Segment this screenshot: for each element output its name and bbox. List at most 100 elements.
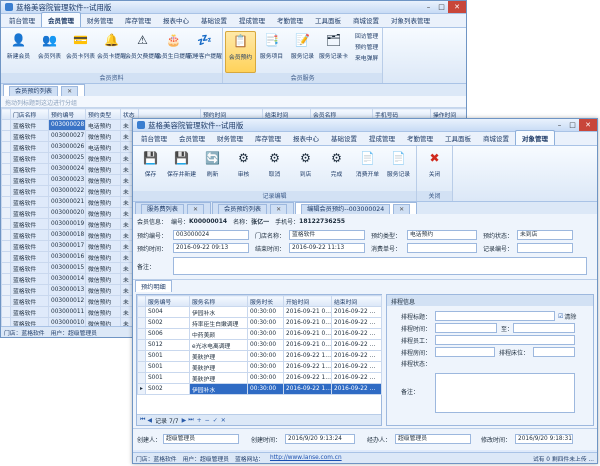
nav-last-icon[interactable]: ⏭ bbox=[188, 416, 193, 424]
menu-item[interactable]: 基础设置 bbox=[325, 131, 363, 145]
column-header[interactable]: 服务编号 bbox=[145, 295, 190, 307]
menu-item[interactable]: 财务管理 bbox=[211, 131, 249, 145]
sched-unit-field[interactable] bbox=[533, 347, 575, 357]
nav-cancel-icon[interactable]: ✕ bbox=[221, 417, 226, 424]
end-field[interactable]: 2016-09-22 11:13 bbox=[289, 243, 365, 253]
ribbon-button[interactable]: ⚙ 到店 bbox=[290, 149, 321, 191]
menu-item[interactable]: 报表中心 bbox=[157, 13, 195, 27]
small-ribbon-button[interactable]: 预约管理 bbox=[355, 42, 378, 51]
ribbon-button[interactable]: 💾 保存 bbox=[135, 149, 166, 191]
tab-close-icon[interactable]: ✕ bbox=[393, 204, 411, 214]
ribbon-button[interactable]: 🎂 会员生日提醒 bbox=[156, 31, 191, 73]
ribbon-button[interactable]: 📋 会员预约 bbox=[225, 31, 256, 73]
tab-close-icon[interactable]: ✕ bbox=[61, 86, 79, 96]
detail-row[interactable]: S001 美肤护理 00:30:00 2016-09-22 1… 2016-09-22 … bbox=[137, 372, 382, 384]
document-tab[interactable]: 服务费列表 ✕ bbox=[135, 202, 211, 214]
menu-item[interactable]: 提成管理 bbox=[233, 13, 271, 27]
column-header[interactable]: 预约类型 bbox=[85, 108, 121, 120]
nav-prev-icon[interactable]: ◀ bbox=[147, 417, 152, 424]
column-header[interactable]: 服务时长 bbox=[247, 295, 284, 307]
sched-label-field[interactable] bbox=[435, 311, 555, 321]
ribbon-button[interactable]: 📄 服务记录 bbox=[383, 149, 414, 191]
status-site-link[interactable]: http://www.lanse.com.cn bbox=[270, 455, 342, 461]
document-tab[interactable]: 编辑会员预约--003000024 ✕ bbox=[295, 202, 418, 214]
detail-row[interactable]: S001 美肤护理 00:30:00 2016-09-22 1… 2016-09-22 … bbox=[137, 361, 382, 373]
nav-next-icon[interactable]: ▶ bbox=[182, 417, 187, 424]
column-header[interactable]: 服务名称 bbox=[189, 295, 248, 307]
code-field[interactable]: 003000024 bbox=[173, 230, 249, 240]
tab-close-icon[interactable]: ✕ bbox=[270, 204, 288, 214]
sched-remark-field[interactable] bbox=[435, 373, 575, 413]
clear-button[interactable]: 清除 bbox=[564, 312, 576, 321]
menu-item[interactable]: 报表中心 bbox=[287, 131, 325, 145]
close-icon[interactable]: ✕ bbox=[448, 1, 466, 13]
ribbon-button[interactable]: 👤 新建会员 bbox=[3, 31, 34, 73]
detail-row[interactable]: S012 e光冰电离调理 00:30:00 2016-09-21 0… 2016-09-… bbox=[137, 339, 382, 351]
ribbon-button[interactable]: 🔄 刷新 bbox=[197, 149, 228, 191]
column-header[interactable]: 开始时间 bbox=[283, 295, 332, 307]
document-tab[interactable]: 会员预约列表 ✕ bbox=[211, 202, 295, 214]
type-select[interactable]: 电话预约 bbox=[407, 230, 477, 240]
time-field[interactable]: 2016-09-22 09:13 bbox=[173, 243, 249, 253]
maximize-icon[interactable]: □ bbox=[566, 119, 579, 131]
tab-close-icon[interactable]: ✕ bbox=[186, 204, 204, 214]
ribbon-button[interactable]: ⚠ 会员欠费提醒 bbox=[125, 31, 160, 73]
menu-item[interactable]: 工具面板 bbox=[439, 131, 477, 145]
clear-icon[interactable]: ☑ bbox=[558, 313, 563, 320]
detail-row[interactable]: S002 持率臣生白嫩调理 00:30:00 2016-09-21 0… 2016-09… bbox=[137, 317, 382, 329]
ribbon-button[interactable]: 🗂 服务记录卡 bbox=[318, 31, 349, 73]
ribbon-button[interactable]: 💤 沉睡客户提醒 bbox=[187, 31, 222, 73]
nav-confirm-icon[interactable]: ✓ bbox=[213, 417, 218, 424]
consume-field[interactable] bbox=[407, 243, 477, 253]
menu-item[interactable]: 提成管理 bbox=[363, 131, 401, 145]
maximize-icon[interactable]: □ bbox=[435, 1, 448, 13]
column-header[interactable]: 结束时间 bbox=[331, 295, 382, 307]
sched-time-start[interactable] bbox=[435, 323, 497, 333]
menu-item[interactable]: 考勤管理 bbox=[401, 131, 439, 145]
sched-time-end[interactable] bbox=[513, 323, 575, 333]
ribbon-button[interactable]: 💾 保存并新建 bbox=[166, 149, 197, 191]
column-header[interactable]: 门店名称 bbox=[10, 108, 49, 120]
tab-appointment-detail[interactable]: 预约明细 bbox=[135, 280, 172, 292]
nav-first-icon[interactable]: ⏮ bbox=[140, 416, 145, 424]
close-icon[interactable]: ✕ bbox=[579, 119, 597, 131]
ribbon-button[interactable]: 👥 会员列表 bbox=[34, 31, 65, 73]
column-header[interactable]: 预约编号 bbox=[48, 108, 86, 120]
detail-row[interactable]: S001 美肤护理 00:30:00 2016-09-22 1… 2016-09-22 … bbox=[137, 350, 382, 362]
ribbon-button[interactable]: ⚙ 完成 bbox=[321, 149, 352, 191]
menu-item[interactable]: 前台管理 bbox=[135, 131, 173, 145]
ribbon-button[interactable]: 🔔 会员卡提醒 bbox=[96, 31, 127, 73]
menu-item[interactable]: 对象列表管理 bbox=[385, 13, 436, 27]
ribbon-button[interactable]: 📝 服务记录 bbox=[287, 31, 318, 73]
detail-row[interactable]: ▸ S002 伊园补水 00:30:00 2016-09-22 1… 2016-09-22… bbox=[137, 383, 382, 395]
remark-field[interactable] bbox=[173, 257, 587, 275]
detail-row[interactable]: S006 中药美颜 00:30:00 2016-09-21 0… 2016-09-22 … bbox=[137, 328, 382, 340]
menu-item[interactable]: 对象管理 bbox=[515, 130, 555, 145]
state-field[interactable]: 未到店 bbox=[517, 230, 573, 240]
minimize-icon[interactable]: – bbox=[553, 119, 566, 131]
menu-item[interactable]: 基础设置 bbox=[195, 13, 233, 27]
tab-appointment-list[interactable]: 会员预约列表 ✕ bbox=[3, 84, 86, 96]
ribbon-button[interactable]: ⚙ 审核 bbox=[228, 149, 259, 191]
record-field[interactable] bbox=[517, 243, 573, 253]
sched-room-field[interactable] bbox=[435, 347, 495, 357]
small-ribbon-button[interactable]: 来电弹屏 bbox=[355, 53, 378, 62]
detail-row[interactable]: S004 伊园补水 00:30:00 2016-09-21 0… 2016-09-22 … bbox=[137, 306, 382, 318]
ribbon-button[interactable]: 💳 会员卡列表 bbox=[65, 31, 96, 73]
ribbon-button[interactable]: ⚙ 取消 bbox=[259, 149, 290, 191]
menu-item[interactable]: 商城设置 bbox=[477, 131, 515, 145]
nav-delete-icon[interactable]: − bbox=[205, 417, 210, 424]
menu-item[interactable]: 库存管理 bbox=[119, 13, 157, 27]
menu-item[interactable]: 财务管理 bbox=[81, 13, 119, 27]
menu-item[interactable]: 考勤管理 bbox=[271, 13, 309, 27]
ribbon-button[interactable]: 📑 服务项目 bbox=[256, 31, 287, 73]
sched-staff-field[interactable] bbox=[435, 335, 575, 345]
small-ribbon-button[interactable]: 回访管理 bbox=[355, 31, 378, 40]
minimize-icon[interactable]: – bbox=[422, 1, 435, 13]
nav-add-icon[interactable]: + bbox=[197, 417, 202, 424]
menu-item[interactable]: 库存管理 bbox=[249, 131, 287, 145]
menu-item[interactable]: 商城设置 bbox=[347, 13, 385, 27]
menu-item[interactable]: 会员管理 bbox=[173, 131, 211, 145]
ribbon-button[interactable]: 📄 消费开单 bbox=[352, 149, 383, 191]
menu-item[interactable]: 会员管理 bbox=[41, 12, 81, 27]
